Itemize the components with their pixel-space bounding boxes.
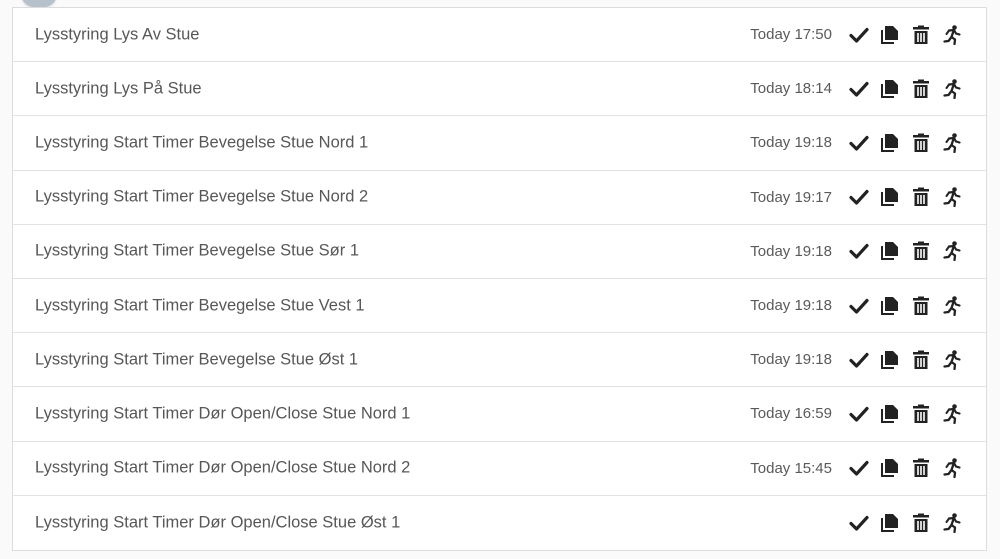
trash-icon[interactable] xyxy=(909,239,933,263)
copy-icon[interactable] xyxy=(878,131,902,155)
automation-row: Lysstyring Start Timer Bevegelse Stue No… xyxy=(13,171,986,225)
copy-icon[interactable] xyxy=(878,511,902,535)
check-icon[interactable] xyxy=(847,402,871,426)
trash-icon[interactable] xyxy=(909,348,933,372)
check-icon[interactable] xyxy=(847,23,871,47)
run-icon[interactable] xyxy=(940,511,964,535)
run-icon[interactable] xyxy=(940,348,964,372)
check-icon[interactable] xyxy=(847,77,871,101)
automation-row: Lysstyring Start Timer Bevegelse Stue No… xyxy=(13,116,986,171)
run-icon[interactable] xyxy=(940,23,964,47)
copy-icon[interactable] xyxy=(878,456,902,480)
automation-name[interactable]: Lysstyring Lys Av Stue xyxy=(35,25,199,44)
check-icon[interactable] xyxy=(847,185,871,209)
last-triggered-time: Today 19:18 xyxy=(750,242,832,260)
copy-icon[interactable] xyxy=(878,23,902,47)
run-icon[interactable] xyxy=(940,456,964,480)
copy-icon[interactable] xyxy=(878,348,902,372)
run-icon[interactable] xyxy=(940,77,964,101)
automation-name[interactable]: Lysstyring Start Timer Bevegelse Stue Øs… xyxy=(35,350,358,369)
automation-row: Lysstyring Start Timer Dør Open/Close St… xyxy=(13,387,986,442)
automation-list: Lysstyring Lys Av Stue Today 17:50 Lysst… xyxy=(12,7,987,551)
copy-icon[interactable] xyxy=(878,402,902,426)
last-triggered-time: Today 19:18 xyxy=(750,134,832,152)
run-icon[interactable] xyxy=(940,131,964,155)
automation-row: Lysstyring Start Timer Bevegelse Stue Øs… xyxy=(13,333,986,388)
trash-icon[interactable] xyxy=(909,23,933,47)
copy-icon[interactable] xyxy=(878,239,902,263)
run-icon[interactable] xyxy=(940,185,964,209)
automation-name[interactable]: Lysstyring Lys På Stue xyxy=(35,79,202,98)
automation-name[interactable]: Lysstyring Start Timer Bevegelse Stue No… xyxy=(35,133,368,152)
run-icon[interactable] xyxy=(940,239,964,263)
check-icon[interactable] xyxy=(847,131,871,155)
trash-icon[interactable] xyxy=(909,185,933,209)
run-icon[interactable] xyxy=(940,402,964,426)
trash-icon[interactable] xyxy=(909,511,933,535)
trash-icon[interactable] xyxy=(909,294,933,318)
run-icon[interactable] xyxy=(940,294,964,318)
automation-row: Lysstyring Lys Av Stue Today 17:50 xyxy=(13,8,986,63)
automation-row: Lysstyring Lys På Stue Today 18:14 xyxy=(13,62,986,117)
trash-icon[interactable] xyxy=(909,131,933,155)
check-icon[interactable] xyxy=(847,239,871,263)
last-triggered-time: Today 16:59 xyxy=(750,405,832,423)
copy-icon[interactable] xyxy=(878,294,902,318)
row-actions: Today 18:14 xyxy=(750,77,964,101)
last-triggered-time: Today 19:17 xyxy=(750,188,832,206)
automation-row: Lysstyring Start Timer Bevegelse Stue Ve… xyxy=(13,279,986,334)
last-triggered-time: Today 17:50 xyxy=(750,26,832,44)
row-actions xyxy=(832,511,964,535)
row-actions: Today 19:18 xyxy=(750,348,964,372)
check-icon[interactable] xyxy=(847,348,871,372)
row-actions: Today 19:18 xyxy=(750,239,964,263)
check-icon[interactable] xyxy=(847,294,871,318)
automation-row: Lysstyring Start Timer Dør Open/Close St… xyxy=(13,442,986,496)
automation-name[interactable]: Lysstyring Start Timer Dør Open/Close St… xyxy=(35,459,410,478)
automation-row: Lysstyring Start Timer Dør Open/Close St… xyxy=(13,496,986,550)
row-actions: Today 19:18 xyxy=(750,294,964,318)
automation-name[interactable]: Lysstyring Start Timer Bevegelse Stue No… xyxy=(35,188,368,207)
last-triggered-time: Today 19:18 xyxy=(750,297,832,315)
copy-icon[interactable] xyxy=(878,185,902,209)
trash-icon[interactable] xyxy=(909,402,933,426)
automation-name[interactable]: Lysstyring Start Timer Bevegelse Stue Ve… xyxy=(35,296,365,315)
copy-icon[interactable] xyxy=(878,77,902,101)
trash-icon[interactable] xyxy=(909,77,933,101)
trash-icon[interactable] xyxy=(909,456,933,480)
automation-name[interactable]: Lysstyring Start Timer Bevegelse Stue Sø… xyxy=(35,242,359,261)
last-triggered-time: Today 15:45 xyxy=(750,459,832,477)
row-actions: Today 17:50 xyxy=(750,23,964,47)
row-actions: Today 19:17 xyxy=(750,185,964,209)
automation-row: Lysstyring Start Timer Bevegelse Stue Sø… xyxy=(13,225,986,279)
automation-name[interactable]: Lysstyring Start Timer Dør Open/Close St… xyxy=(35,404,410,423)
check-icon[interactable] xyxy=(847,456,871,480)
row-actions: Today 15:45 xyxy=(750,456,964,480)
last-triggered-time: Today 18:14 xyxy=(750,80,832,98)
row-actions: Today 16:59 xyxy=(750,402,964,426)
automation-name[interactable]: Lysstyring Start Timer Dør Open/Close St… xyxy=(35,513,400,532)
check-icon[interactable] xyxy=(847,511,871,535)
last-triggered-time: Today 19:18 xyxy=(750,351,832,369)
row-actions: Today 19:18 xyxy=(750,131,964,155)
